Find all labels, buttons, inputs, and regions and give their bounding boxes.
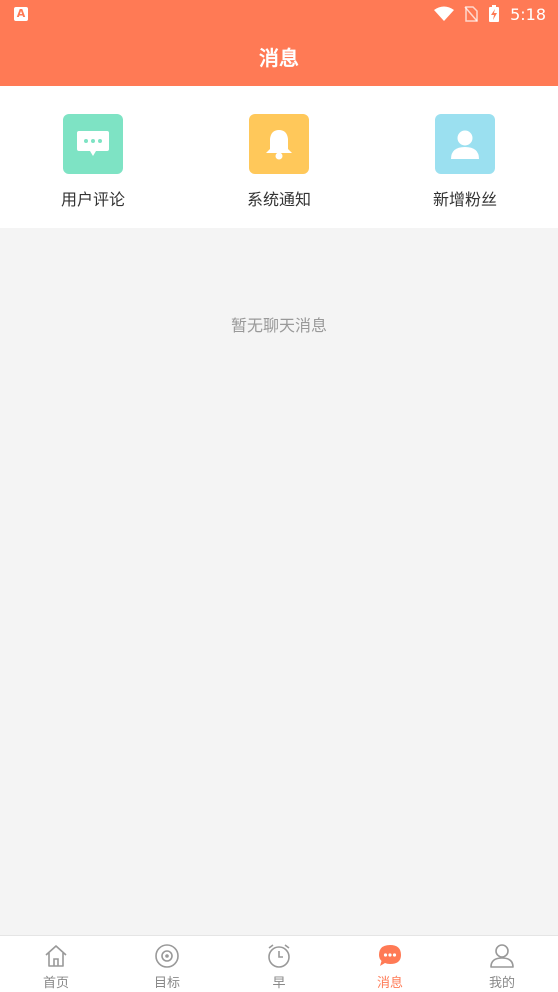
app-notification-icon: A <box>14 7 28 21</box>
tab-morning[interactable]: 早 <box>234 942 324 991</box>
clock: 5:18 <box>510 4 546 24</box>
tab-label: 目标 <box>153 976 180 991</box>
target-icon <box>153 942 181 970</box>
tab-home[interactable]: 首页 <box>11 942 101 991</box>
tab-profile[interactable]: 我的 <box>457 942 547 991</box>
page-title: 消息 <box>259 46 299 70</box>
home-icon <box>42 942 70 970</box>
tab-label: 首页 <box>42 976 69 991</box>
alarm-clock-icon <box>265 942 293 970</box>
tab-messages[interactable]: 消息 <box>345 942 435 991</box>
message-categories: 用户评论 系统通知 新增粉丝 <box>0 86 558 228</box>
tab-goals[interactable]: 目标 <box>122 942 212 991</box>
status-indicators: 5:18 <box>434 4 546 24</box>
category-label: 新增粉丝 <box>432 190 497 209</box>
empty-state-message: 暂无聊天消息 <box>230 316 327 335</box>
tab-label: 早 <box>272 976 286 991</box>
category-new-followers[interactable]: 新增粉丝 <box>405 114 525 210</box>
status-bar: A 5:18 <box>0 0 558 28</box>
user-icon <box>435 114 495 174</box>
comment-icon <box>63 114 123 174</box>
bell-icon <box>249 114 309 174</box>
battery-charging-icon <box>489 5 500 22</box>
header: 消息 <box>0 28 558 86</box>
chat-icon <box>376 942 404 970</box>
tab-label: 消息 <box>376 976 403 991</box>
category-label: 系统通知 <box>246 190 311 209</box>
category-label: 用户评论 <box>60 190 125 209</box>
profile-icon <box>488 942 516 970</box>
bottom-tab-bar: 首页 目标 早 消息 我的 <box>0 935 558 992</box>
category-system-notifications[interactable]: 系统通知 <box>219 114 339 210</box>
category-user-comments[interactable]: 用户评论 <box>33 114 153 210</box>
wifi-icon <box>434 6 455 21</box>
tab-label: 我的 <box>488 976 515 991</box>
no-sim-icon <box>464 6 478 22</box>
